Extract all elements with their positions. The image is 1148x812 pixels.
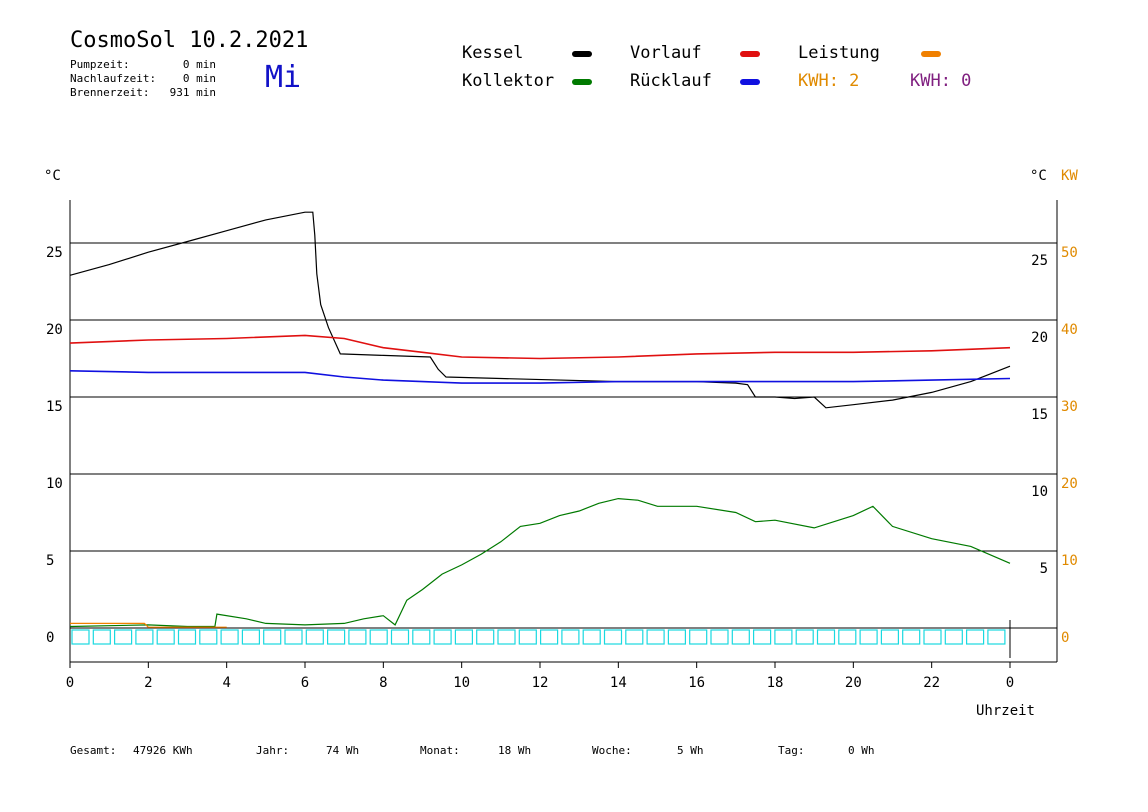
status-square xyxy=(731,629,750,645)
status-square xyxy=(177,629,197,645)
status-square xyxy=(923,629,942,645)
y-right-temp-tick-label: 5 xyxy=(1040,561,1048,577)
status-square xyxy=(603,629,623,645)
series-kessel xyxy=(69,211,1011,409)
status-square xyxy=(135,629,154,645)
status-square xyxy=(902,629,921,645)
status-square xyxy=(433,629,452,645)
series-vorlauf xyxy=(69,334,1011,360)
y-right-power-unit: KW xyxy=(1061,168,1078,184)
footer-week-value: 5 Wh xyxy=(677,744,704,757)
status-square xyxy=(518,629,537,645)
status-square xyxy=(965,629,985,645)
status-square xyxy=(838,629,857,645)
status-square xyxy=(113,629,133,645)
status-square xyxy=(752,629,772,645)
y-right-power-tick-label: 40 xyxy=(1061,322,1078,338)
footer-day-label: Tag: xyxy=(778,744,805,757)
x-tick-label: 8 xyxy=(379,675,387,691)
footer-month-value: 18 Wh xyxy=(498,744,532,757)
status-square xyxy=(710,629,729,645)
y-left-tick-label: 15 xyxy=(46,399,63,415)
footer-week-label: Woche: xyxy=(592,744,632,757)
y-left-unit: °C xyxy=(44,168,61,184)
x-tick-label: 6 xyxy=(301,675,309,691)
temperature-chart: 0 2 4 6 8 10 12 14 16 18 20 22 0 Uhrzeit 0 5 10 15 20 25 °C 5… xyxy=(44,168,1078,719)
status-square xyxy=(497,629,516,645)
status-square xyxy=(327,629,346,645)
y-right-power-tick-label: 10 xyxy=(1061,553,1078,569)
status-square xyxy=(220,629,239,645)
footer-day-value: 0 Wh xyxy=(848,744,875,757)
status-square xyxy=(348,629,367,645)
y-right-temp-unit: °C xyxy=(1030,168,1047,184)
series-ruecklauf xyxy=(69,370,1011,384)
footer-total-label: Gesamt: xyxy=(70,744,117,757)
y-right-power-tick-label: 50 xyxy=(1061,245,1078,261)
status-square xyxy=(71,629,90,645)
y-left-tick-label: 20 xyxy=(46,322,63,338)
x-tick-label: 12 xyxy=(532,675,549,691)
x-tick-label: 14 xyxy=(610,675,627,691)
y-right-power-tick-label: 30 xyxy=(1061,399,1078,415)
status-square xyxy=(774,629,793,645)
status-square xyxy=(369,629,388,645)
status-square xyxy=(667,629,687,645)
x-tick-label: 20 xyxy=(845,675,862,691)
y-right-temp-tick-label: 10 xyxy=(1031,484,1048,500)
status-square xyxy=(944,629,963,645)
x-tick-label: 22 xyxy=(923,675,940,691)
status-square xyxy=(390,629,410,645)
y-right-power-tick-label: 0 xyxy=(1061,630,1069,646)
status-square xyxy=(305,629,324,645)
y-left-tick-label: 25 xyxy=(46,245,63,261)
x-tick-label: 18 xyxy=(767,675,784,691)
x-tick-label: 0 xyxy=(66,675,74,691)
status-square xyxy=(582,629,601,645)
y-right-power-tick-label: 20 xyxy=(1061,476,1078,492)
footer-month-label: Monat: xyxy=(420,744,460,757)
status-square xyxy=(241,629,260,645)
x-axis-title: Uhrzeit xyxy=(976,703,1035,719)
y-right-temp-tick-label: 20 xyxy=(1031,330,1048,346)
footer-year-label: Jahr: xyxy=(256,744,290,757)
status-square xyxy=(156,629,175,645)
x-tick-label: 16 xyxy=(688,675,705,691)
status-square xyxy=(263,629,282,645)
y-left-tick-label: 5 xyxy=(46,553,54,569)
status-square xyxy=(880,629,900,645)
x-tick-label: 2 xyxy=(144,675,152,691)
status-square xyxy=(476,629,495,645)
status-square xyxy=(454,629,473,645)
x-tick-label: 4 xyxy=(222,675,230,691)
status-square xyxy=(412,629,431,645)
status-square xyxy=(795,629,814,645)
footer-total-value: 47926 KWh xyxy=(133,744,193,757)
status-square xyxy=(859,629,878,645)
status-square xyxy=(689,629,708,645)
status-square xyxy=(92,629,111,645)
x-tick-label: 0 xyxy=(1006,675,1014,691)
y-left-tick-label: 10 xyxy=(46,476,63,492)
status-square xyxy=(561,629,580,645)
x-tick-label: 10 xyxy=(453,675,470,691)
y-right-temp-tick-label: 25 xyxy=(1031,253,1048,269)
y-right-temp-tick-label: 15 xyxy=(1031,407,1048,423)
series-kollektor xyxy=(69,497,1011,628)
status-square xyxy=(199,629,218,645)
status-square xyxy=(646,629,665,645)
status-square xyxy=(816,629,836,645)
status-square xyxy=(539,629,559,645)
status-square xyxy=(987,629,1006,645)
footer-year-value: 74 Wh xyxy=(326,744,360,757)
status-square xyxy=(625,629,644,645)
status-square xyxy=(284,629,303,645)
y-left-tick-label: 0 xyxy=(46,630,54,646)
